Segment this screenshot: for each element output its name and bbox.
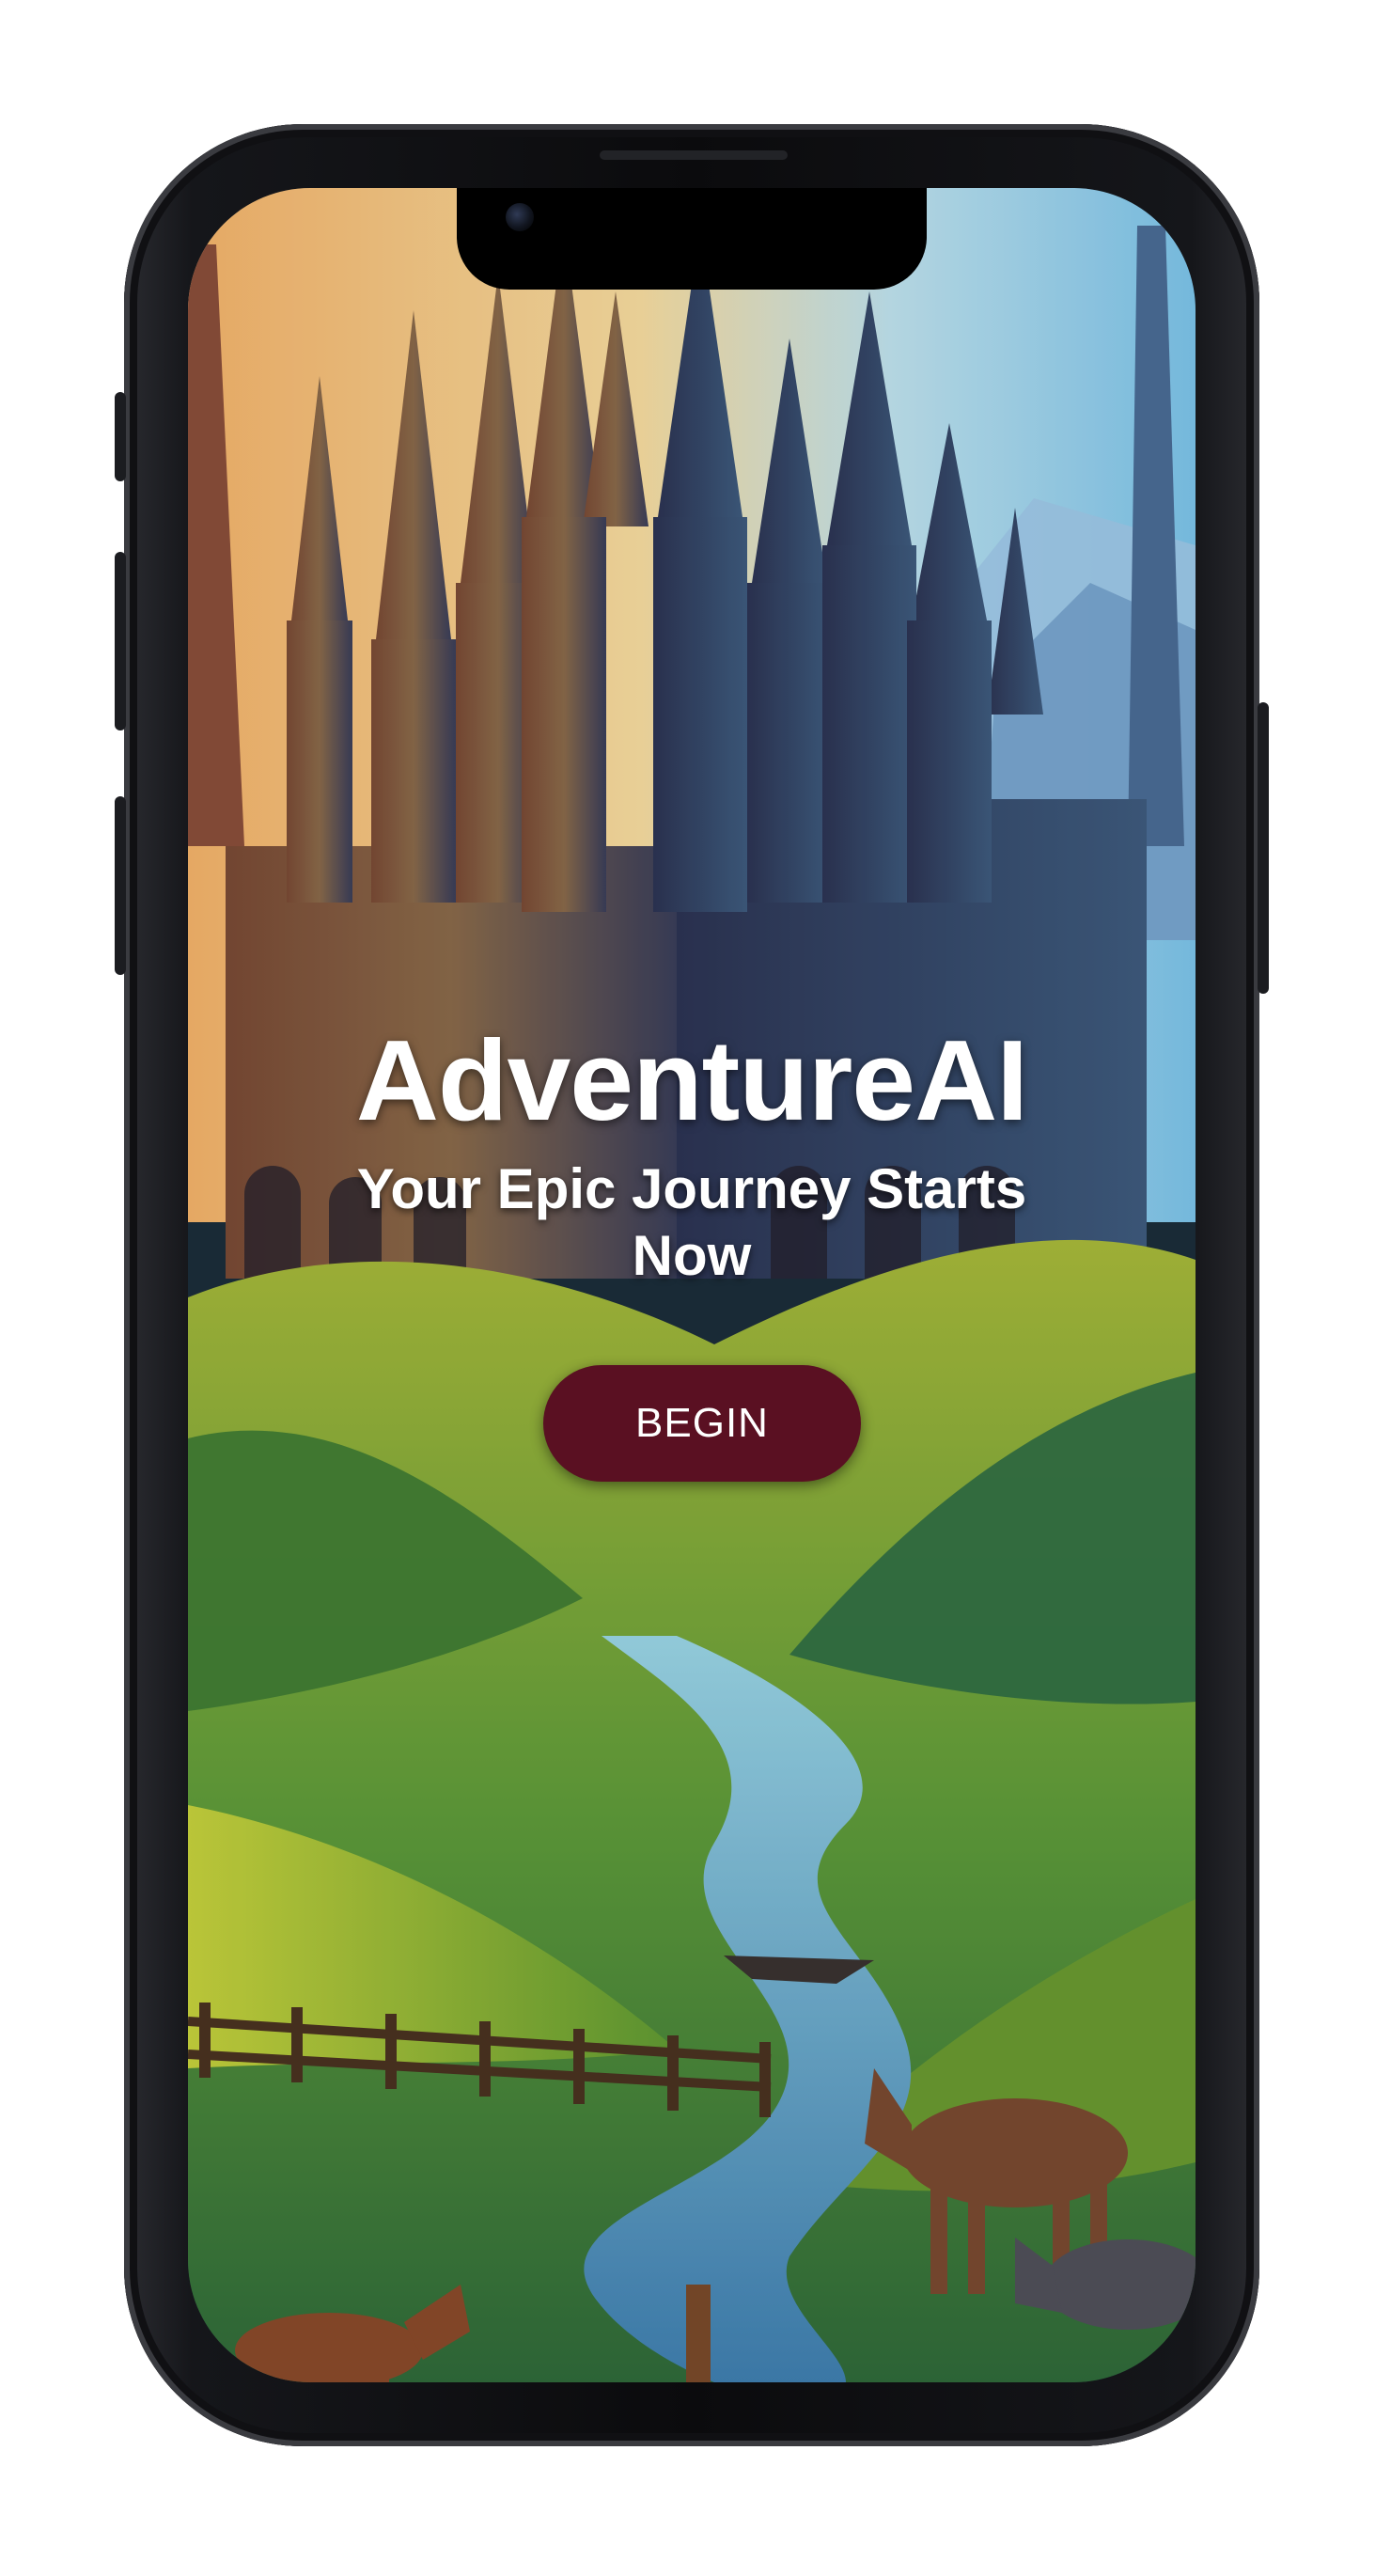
power-button [1258, 702, 1269, 994]
volume-up-button [115, 552, 126, 730]
mute-switch [115, 392, 126, 481]
tagline: Your Epic Journey Starts Now [356, 1157, 1027, 1287]
mockup-stage: AdventureAI Your Epic Journey Starts Now… [0, 0, 1391, 2576]
phone-screen: AdventureAI Your Epic Journey Starts Now… [188, 188, 1196, 2382]
notch [457, 188, 927, 290]
volume-down-button [115, 796, 126, 975]
front-camera-icon [506, 203, 534, 231]
phone-frame: AdventureAI Your Epic Journey Starts Now… [115, 124, 1269, 2446]
app-title: AdventureAI [355, 1016, 1028, 1144]
begin-button[interactable]: BEGIN [543, 1365, 861, 1482]
earpiece-speaker [600, 150, 788, 160]
